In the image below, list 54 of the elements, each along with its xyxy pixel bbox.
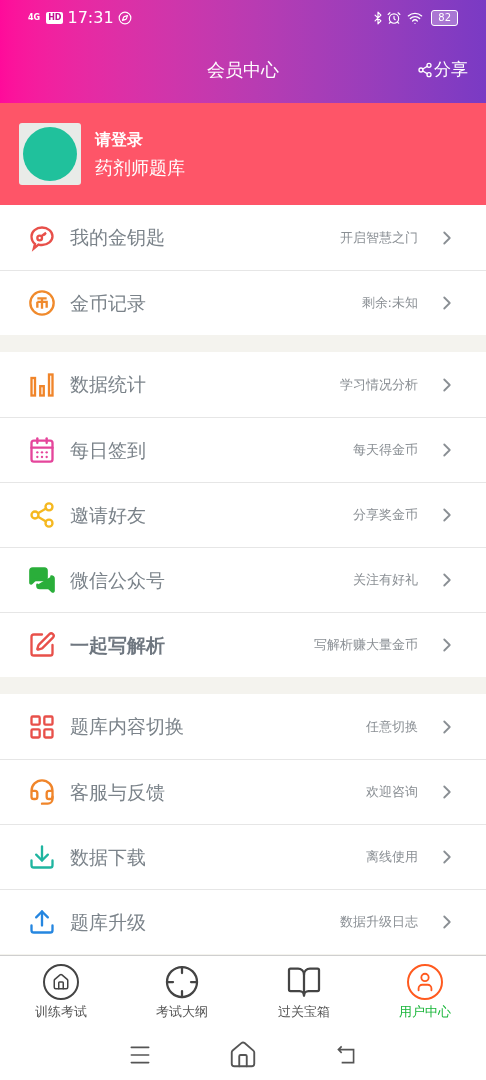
menu-hint: 关注有好礼	[353, 571, 418, 590]
menu-label: 客服与反馈	[70, 779, 165, 805]
share-icon	[417, 61, 433, 78]
menu-item[interactable]: 我的金钥匙 开启智慧之门	[0, 205, 486, 270]
menu-label: 数据统计	[70, 372, 146, 398]
tab-item[interactable]: 用户中心	[364, 956, 486, 1030]
menu-item[interactable]: 题库升级 数据升级日志	[0, 889, 486, 954]
clock-time: 17:31	[67, 7, 114, 29]
menu-label: 数据下载	[70, 844, 146, 870]
share-button[interactable]: 分享	[417, 56, 468, 83]
menu-item[interactable]: 题库内容切换 任意切换	[0, 694, 486, 759]
menu-item[interactable]: 数据统计 学习情况分析	[0, 352, 486, 417]
app-logo	[19, 123, 81, 185]
user-icon	[407, 964, 444, 1001]
menu-item[interactable]: 一起写解析 写解析赚大量金币	[0, 612, 486, 677]
menu-label: 邀请好友	[70, 502, 146, 528]
menu-label: 金币记录	[70, 290, 146, 316]
menu-hint: 学习情况分析	[340, 375, 418, 394]
menu-hint: 离线使用	[366, 848, 418, 867]
hd-badge: HD	[46, 12, 64, 24]
home-icon	[42, 964, 79, 1001]
menu-label: 每日签到	[70, 437, 146, 463]
menu-item[interactable]: 客服与反馈 欢迎咨询	[0, 759, 486, 824]
menu-hint: 欢迎咨询	[366, 783, 418, 802]
menu-hint: 每天得金币	[353, 441, 418, 460]
menu-item[interactable]: 数据下载 离线使用	[0, 824, 486, 889]
network-label: 4G	[28, 12, 41, 24]
tab-item[interactable]: 考试大纲	[121, 956, 243, 1030]
battery-indicator: 82	[431, 10, 458, 26]
menu-hint: 写解析赚大量金币	[314, 636, 418, 655]
menu-label: 一起写解析	[70, 632, 165, 658]
wifi-icon	[407, 10, 424, 26]
menu-label: 题库升级	[70, 909, 146, 935]
menu-hint: 剩余:未知	[361, 294, 418, 313]
app-name: 药剂师题库	[95, 155, 185, 180]
alarm-icon	[387, 11, 402, 25]
tab-item[interactable]: 训练考试	[0, 956, 122, 1030]
menu-item[interactable]: 每日签到 每天得金币	[0, 417, 486, 482]
menu-label: 微信公众号	[70, 567, 165, 593]
menu-item[interactable]: 微信公众号 关注有好礼	[0, 547, 486, 612]
menu-item[interactable]: 邀请好友 分享奖金币	[0, 482, 486, 547]
menu-label: 我的金钥匙	[70, 225, 165, 251]
menu-hint: 开启智慧之门	[340, 228, 418, 247]
menu-hint: 数据升级日志	[340, 913, 418, 932]
menu-hint: 任意切换	[366, 717, 418, 736]
menu-item[interactable]: 金币记录 剩余:未知	[0, 270, 486, 335]
home-icon[interactable]	[228, 1040, 258, 1070]
login-link[interactable]: 请登录	[95, 127, 185, 152]
crosshair-icon	[164, 964, 201, 1001]
tab-item[interactable]: 过关宝箱	[243, 956, 365, 1030]
compass-icon	[117, 11, 132, 25]
page-title: 会员中心	[207, 58, 279, 82]
menu-hint: 分享奖金币	[353, 506, 418, 525]
menu-label: 题库内容切换	[70, 714, 184, 740]
